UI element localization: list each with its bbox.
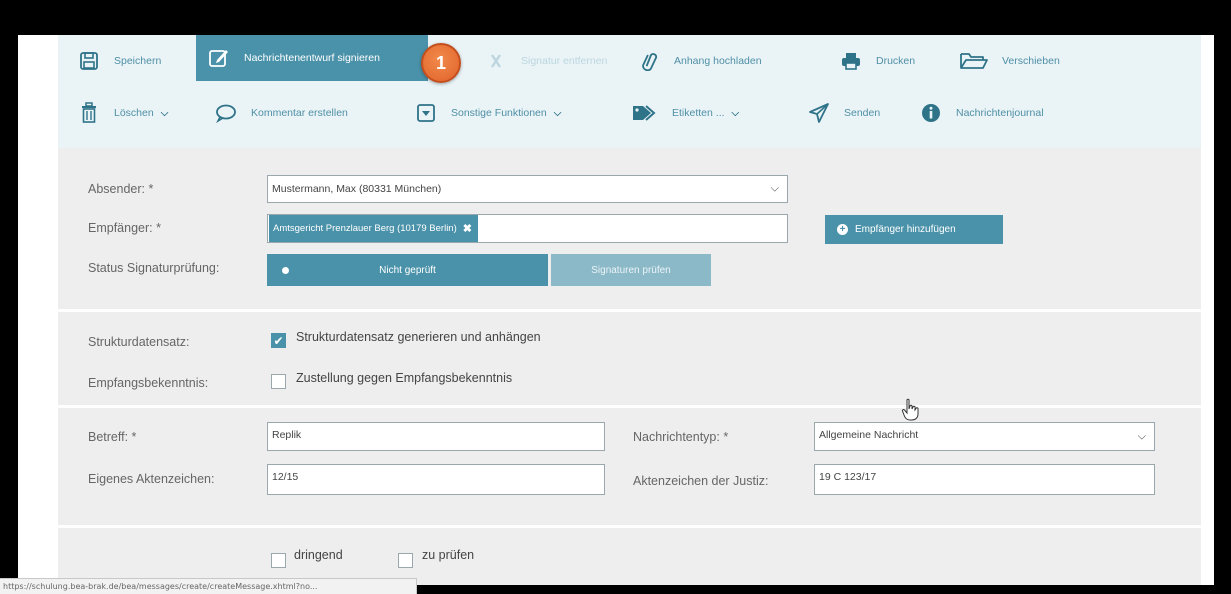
structure-dataset-checkbox-label: Strukturdatensatz generieren und anhänge… [296,330,541,344]
sign-draft-button[interactable]: Nachrichtenentwurf signieren [196,35,428,81]
delete-button[interactable]: Löschen ⌵ [76,93,168,133]
other-functions-button[interactable]: Sonstige Funktionen ⌵ [413,93,561,133]
print-label: Drucken [876,55,916,67]
send-label: Senden [844,107,881,119]
move-button[interactable]: Verschieben [958,41,1060,81]
subject-input[interactable]: Replik [267,422,605,451]
app-window: Speichern Nachrichtenentwurf signieren S… [18,35,1214,585]
dropdown-box-icon [413,100,439,126]
message-type-value: Allgemeine Nachricht [819,429,919,441]
save-label: Speichern [114,55,162,67]
paper-plane-icon [806,100,832,126]
receipt-checkbox[interactable] [271,374,286,389]
create-comment-button[interactable]: Kommentar erstellen [213,93,348,133]
check-signatures-button[interactable]: Signaturen prüfen [551,254,711,286]
recipient-input[interactable]: Amtsgericht Prenzlauer Berg (10179 Berli… [267,214,788,243]
labels-button[interactable]: Etiketten ... ⌵ [630,93,739,133]
urgent-checkbox[interactable] [271,553,286,568]
move-label: Verschieben [1002,55,1060,67]
chevron-down-icon: ⌵ [1137,430,1146,442]
edit-icon [206,45,232,71]
step-marker-badge: 1 [421,43,461,83]
structure-dataset-checkbox[interactable]: ✔ [271,333,286,348]
sender-value: Mustermann, Max (80331 München) [272,183,442,195]
upload-attachment-label: Anhang hochladen [674,55,762,67]
section-divider [58,525,1201,528]
signature-status-value: Nicht geprüft [379,264,436,276]
add-recipient-label: Empfänger hinzufügen [855,224,956,235]
own-reference-input[interactable]: 12/15 [267,464,605,495]
recipient-label: Empfänger: * [88,221,161,235]
section-divider [58,405,1201,408]
labels-label: Etiketten ... [672,107,725,119]
recipient-tag: Amtsgericht Prenzlauer Berg (10179 Berli… [269,215,478,242]
remove-signature-button[interactable]: Signatur entfernen [483,41,607,81]
printer-icon [838,48,864,74]
chevron-down-icon: ⌵ [731,107,740,119]
chevron-down-icon: ⌵ [770,182,779,195]
sender-select[interactable]: Mustermann, Max (80331 München) ⌵ [267,175,788,203]
tags-icon [630,100,660,126]
remove-signature-label: Signatur entfernen [521,55,608,67]
structure-dataset-label: Strukturdatensatz: [88,335,190,349]
message-type-label: Nachrichtentyp: * [633,430,729,444]
review-checkbox[interactable] [398,553,413,568]
message-type-select[interactable]: Allgemeine Nachricht ⌵ [814,422,1155,451]
signature-status-label: Status Signaturprüfung: [88,261,220,275]
chevron-down-icon: ⌵ [553,107,562,119]
signature-status-field: Nicht geprüft [267,254,548,286]
receipt-label: Empfangsbekenntnis: [88,376,209,390]
trash-icon [76,100,102,126]
court-reference-value: 19 C 123/17 [819,471,877,483]
own-reference-label: Eigenes Aktenzeichen: [88,472,215,486]
status-bar-url: https://schulung.bea-brak.de/bea/message… [0,578,417,594]
hand-cursor-icon [901,398,919,421]
remove-recipient-icon[interactable]: ✖ [463,222,472,235]
add-recipient-button[interactable]: + Empfänger hinzufügen [825,215,1003,244]
paperclip-icon [636,48,662,74]
court-reference-label: Aktenzeichen der Justiz: [633,474,769,488]
create-comment-label: Kommentar erstellen [251,107,348,119]
delete-label: Löschen [114,107,154,119]
recipient-tag-label: Amtsgericht Prenzlauer Berg (10179 Berli… [273,223,457,234]
floppy-disk-icon [76,48,102,74]
sign-draft-label: Nachrichtenentwurf signieren [244,52,380,64]
remove-signature-icon [483,48,509,74]
other-functions-label: Sonstige Funktionen [451,107,547,119]
plus-circle-icon: + [837,224,848,235]
message-journal-label: Nachrichtenjournal [956,107,1044,119]
toolbar: Speichern Nachrichtenentwurf signieren S… [58,35,1201,148]
message-form: Absender: * Mustermann, Max (80331 Münch… [58,148,1201,585]
status-dot-icon [282,267,289,274]
review-checkbox-label: zu prüfen [422,548,475,562]
folder-open-icon [958,48,990,74]
receipt-checkbox-label: Zustellung gegen Empfangsbekenntnis [296,371,513,385]
check-signatures-label: Signaturen prüfen [591,264,671,276]
urgent-checkbox-label: dringend [294,548,343,562]
speech-bubble-icon [213,100,239,126]
subject-label: Betreff: * [88,430,137,444]
print-button[interactable]: Drucken [838,41,915,81]
message-journal-button[interactable]: Nachrichtenjournal [918,93,1044,133]
subject-value: Replik [272,429,302,441]
own-reference-value: 12/15 [272,471,299,483]
court-reference-input[interactable]: 19 C 123/17 [814,464,1155,495]
save-button[interactable]: Speichern [76,41,161,81]
upload-attachment-button[interactable]: Anhang hochladen [636,41,762,81]
info-icon [918,100,944,126]
chevron-down-icon: ⌵ [160,107,169,119]
send-button[interactable]: Senden [806,93,880,133]
section-divider [58,309,1201,312]
sender-label: Absender: * [88,182,154,196]
